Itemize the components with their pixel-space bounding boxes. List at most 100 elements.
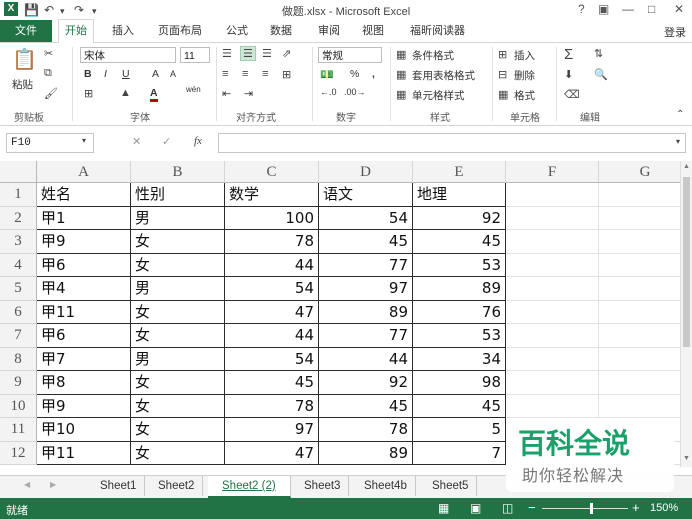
data-cell[interactable]: 甲9 [37,394,131,418]
data-cell[interactable]: 98 [413,371,506,395]
align-middle-icon[interactable]: ☰ [240,46,256,61]
fill-color-icon[interactable]: ▲ [120,87,131,99]
data-cell[interactable]: 45 [319,394,413,418]
empty-cell[interactable] [506,300,599,324]
data-cell[interactable]: 甲8 [37,371,131,395]
comma-button[interactable]: , [372,68,375,80]
data-cell[interactable]: 7 [413,441,506,465]
sheet-tab-sheet3[interactable]: Sheet3 [296,476,350,496]
align-right-icon[interactable]: ≡ [262,68,268,80]
cut-icon[interactable]: ✂ [44,47,53,60]
column-header-a[interactable]: A [37,161,131,183]
autosum-icon[interactable]: Σ [564,46,573,63]
zoom-level[interactable]: 150% [650,502,678,514]
phonetic-button[interactable]: wén [186,85,201,94]
format-painter-icon[interactable]: 🖌 [44,87,58,100]
data-cell[interactable]: 44 [225,324,319,348]
data-cell[interactable]: 53 [413,253,506,277]
row-header-10[interactable]: 10 [0,394,37,418]
data-cell[interactable]: 男 [131,347,225,371]
data-cell[interactable]: 甲6 [37,324,131,348]
data-cell[interactable]: 女 [131,441,225,465]
header-cell[interactable]: 语文 [319,183,413,207]
increase-decimal-button[interactable]: ←.0 [320,87,337,97]
tab-foxit-reader[interactable]: 福昕阅读器 [410,20,465,42]
zoom-slider-track[interactable] [542,508,628,509]
header-cell[interactable]: 性别 [131,183,225,207]
data-cell[interactable]: 45 [413,230,506,254]
clear-icon[interactable]: ⌫ [564,88,580,101]
sort-filter-icon[interactable]: ⇅ [594,47,603,60]
data-cell[interactable]: 甲4 [37,277,131,301]
data-cell[interactable]: 92 [413,206,506,230]
tab-page-layout[interactable]: 页面布局 [158,20,202,42]
data-cell[interactable]: 76 [413,300,506,324]
empty-cell[interactable] [506,347,599,371]
merge-center-icon[interactable]: ⊞ [282,68,291,81]
data-cell[interactable]: 甲7 [37,347,131,371]
name-box[interactable]: F10 [6,133,94,153]
conditional-format-button[interactable]: 条件格式 [412,48,454,63]
sheet-tab-sheet5[interactable]: Sheet5 [424,476,478,496]
borders-icon[interactable]: ⊞ [84,87,93,100]
empty-cell[interactable] [506,253,599,277]
fill-icon[interactable]: ⬇ [564,68,573,81]
data-cell[interactable]: 甲6 [37,253,131,277]
data-cell[interactable]: 77 [319,253,413,277]
header-cell[interactable]: 姓名 [37,183,131,207]
data-cell[interactable]: 34 [413,347,506,371]
expand-formula-icon[interactable]: ▾ [676,137,680,146]
tab-insert[interactable]: 插入 [112,20,134,42]
data-cell[interactable]: 78 [225,230,319,254]
data-cell[interactable]: 甲11 [37,300,131,324]
data-cell[interactable]: 男 [131,206,225,230]
row-header-7[interactable]: 7 [0,324,37,348]
data-cell[interactable]: 53 [413,324,506,348]
data-cell[interactable]: 78 [225,394,319,418]
page-break-view-icon[interactable]: ◫ [502,501,513,515]
select-all-corner[interactable] [0,161,37,183]
data-cell[interactable]: 45 [225,371,319,395]
format-as-table-button[interactable]: 套用表格格式 [412,68,475,83]
data-cell[interactable]: 47 [225,300,319,324]
align-top-icon[interactable]: ☰ [222,47,232,60]
page-layout-view-icon[interactable]: ▣ [470,501,481,515]
column-header-c[interactable]: C [225,161,319,183]
empty-cell[interactable] [599,324,680,348]
empty-cell[interactable] [506,206,599,230]
underline-button[interactable]: U [122,68,130,80]
data-cell[interactable]: 92 [319,371,413,395]
empty-cell[interactable] [599,183,680,207]
copy-icon[interactable]: ⧉ [44,67,52,80]
shrink-font-button[interactable]: A [170,69,176,79]
data-cell[interactable]: 女 [131,300,225,324]
row-header-2[interactable]: 2 [0,206,37,230]
formula-input[interactable] [218,133,686,153]
sheet-tab-sheet2-2[interactable]: Sheet2 (2) [208,476,291,498]
scroll-up-icon[interactable]: ▲ [683,163,690,170]
tab-formulas[interactable]: 公式 [226,20,248,42]
data-cell[interactable]: 5 [413,418,506,442]
data-cell[interactable]: 89 [319,441,413,465]
maximize-icon[interactable]: □ [648,2,655,16]
login-link[interactable]: 登录 [664,24,686,40]
data-cell[interactable]: 78 [319,418,413,442]
data-cell[interactable]: 54 [225,277,319,301]
empty-cell[interactable] [599,371,680,395]
insert-cells-button[interactable]: 插入 [514,48,535,63]
insert-function-button[interactable]: fx [194,135,202,147]
find-select-icon[interactable]: 🔍 [594,68,608,81]
empty-cell[interactable] [599,348,680,371]
data-cell[interactable]: 45 [413,394,506,418]
tab-file[interactable]: 文件 [0,20,52,42]
data-cell[interactable]: 45 [319,230,413,254]
scroll-down-icon[interactable]: ▼ [683,455,690,462]
scroll-thumb[interactable] [683,177,690,347]
name-box-dropdown-icon[interactable]: ▾ [82,136,86,145]
increase-indent-icon[interactable]: ⇥ [244,87,253,100]
data-cell[interactable]: 女 [131,371,225,395]
sheet-tab-sheet2[interactable]: Sheet2 [150,476,204,496]
decrease-decimal-button[interactable]: .00→ [344,87,366,97]
align-left-icon[interactable]: ≡ [222,68,228,80]
cell-styles-button[interactable]: 单元格样式 [412,88,465,103]
